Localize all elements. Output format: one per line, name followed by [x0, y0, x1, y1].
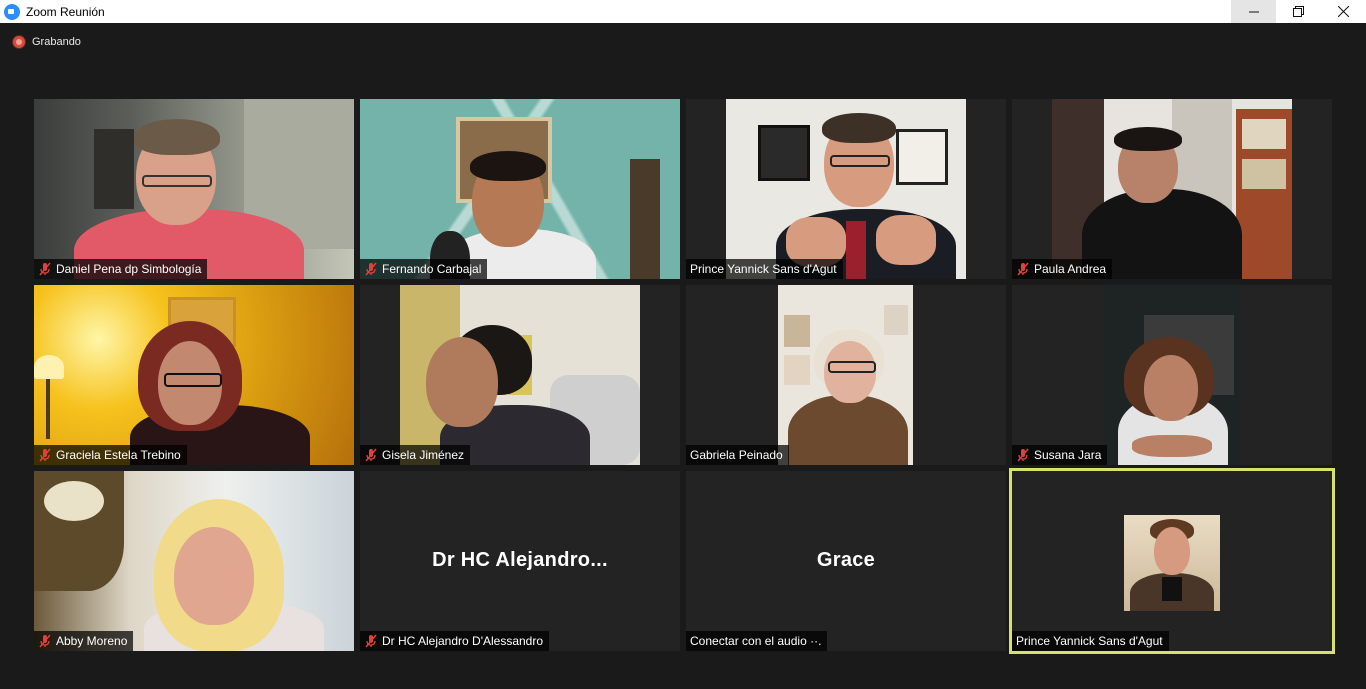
muted-mic-icon	[1017, 262, 1029, 276]
participant-video	[400, 285, 640, 465]
participant-nameplate: Daniel Pena dp Simbología	[34, 259, 208, 279]
participant-nameplate: Dr HC Alejandro D'Alessandro	[360, 631, 550, 651]
record-icon	[13, 36, 25, 48]
participant-video	[34, 285, 354, 465]
participant-name: Susana Jara	[1034, 448, 1102, 462]
participant-nameplate: Prince Yannick Sans d'Agut	[1012, 631, 1169, 651]
participant-name: Gisela Jiménez	[382, 448, 465, 462]
participant-display-name: Grace	[816, 549, 876, 571]
participant-nameplate: Gabriela Peinado	[686, 445, 789, 465]
participant-tile[interactable]: Gisela Jiménez	[360, 285, 680, 465]
participant-tile[interactable]: Daniel Pena dp Simbología	[34, 99, 354, 279]
restore-icon	[1293, 6, 1304, 17]
participant-nameplate: Graciela Estela Trebino	[34, 445, 187, 465]
participant-avatar	[1124, 515, 1220, 611]
participant-name: Fernando Carbajal	[382, 262, 482, 276]
participant-name: Dr HC Alejandro D'Alessandro	[382, 634, 544, 648]
participant-nameplate: Susana Jara	[1012, 445, 1108, 465]
restore-button[interactable]	[1276, 0, 1321, 23]
zoom-logo-icon	[4, 3, 20, 20]
participant-name: Graciela Estela Trebino	[56, 448, 181, 462]
participant-tile[interactable]: Susana Jara	[1012, 285, 1332, 465]
participant-tile[interactable]: Gabriela Peinado	[686, 285, 1006, 465]
window-controls	[1231, 0, 1366, 23]
participant-nameplate: Prince Yannick Sans d'Agut	[686, 259, 843, 279]
close-button[interactable]	[1321, 0, 1366, 23]
muted-mic-icon	[39, 634, 51, 648]
participant-name: Conectar con el audio ··.	[690, 634, 822, 648]
participant-tile[interactable]: Fernando Carbajal	[360, 99, 680, 279]
close-icon	[1338, 6, 1349, 17]
minimize-icon	[1248, 11, 1259, 12]
participant-video	[34, 99, 354, 279]
participant-nameplate: Conectar con el audio ··.	[686, 631, 828, 651]
muted-mic-icon	[365, 262, 377, 276]
window-title: Zoom Reunión	[26, 4, 105, 19]
participant-tile[interactable]: Dr HC Alejandro... Dr HC Alejandro D'Ale…	[360, 471, 680, 651]
participant-name: Gabriela Peinado	[690, 448, 783, 462]
muted-mic-icon	[365, 634, 377, 648]
participant-video	[360, 99, 680, 279]
participant-tile[interactable]: Abby Moreno	[34, 471, 354, 651]
muted-mic-icon	[365, 448, 377, 462]
participant-name: Daniel Pena dp Simbología	[56, 262, 202, 276]
participant-video	[1104, 285, 1239, 465]
participant-nameplate: Paula Andrea	[1012, 259, 1113, 279]
participant-name: Abby Moreno	[56, 634, 128, 648]
participant-nameplate: Fernando Carbajal	[360, 259, 488, 279]
recording-indicator[interactable]: Grabando	[13, 36, 81, 48]
recording-label: Grabando	[32, 36, 81, 48]
muted-mic-icon	[1017, 448, 1029, 462]
title-bar: Zoom Reunión	[0, 0, 1366, 23]
participant-name: Prince Yannick Sans d'Agut	[690, 262, 837, 276]
participant-nameplate: Abby Moreno	[34, 631, 134, 651]
participant-name: Prince Yannick Sans d'Agut	[1016, 634, 1163, 648]
participant-video	[726, 99, 966, 279]
participant-nameplate: Gisela Jiménez	[360, 445, 471, 465]
participant-name: Paula Andrea	[1034, 262, 1107, 276]
active-speaker-tile[interactable]: Prince Yannick Sans d'Agut	[1012, 471, 1332, 651]
participant-display-name: Dr HC Alejandro...	[432, 549, 608, 571]
participant-tile[interactable]: Grace Conectar con el audio ··.	[686, 471, 1006, 651]
minimize-button[interactable]	[1231, 0, 1276, 23]
participant-tile[interactable]: Graciela Estela Trebino	[34, 285, 354, 465]
participant-video	[34, 471, 354, 651]
muted-mic-icon	[39, 262, 51, 276]
participant-video	[778, 285, 913, 465]
participant-video	[1052, 99, 1292, 279]
muted-mic-icon	[39, 448, 51, 462]
participant-tile[interactable]: Prince Yannick Sans d'Agut	[686, 99, 1006, 279]
participant-tile[interactable]: Paula Andrea	[1012, 99, 1332, 279]
